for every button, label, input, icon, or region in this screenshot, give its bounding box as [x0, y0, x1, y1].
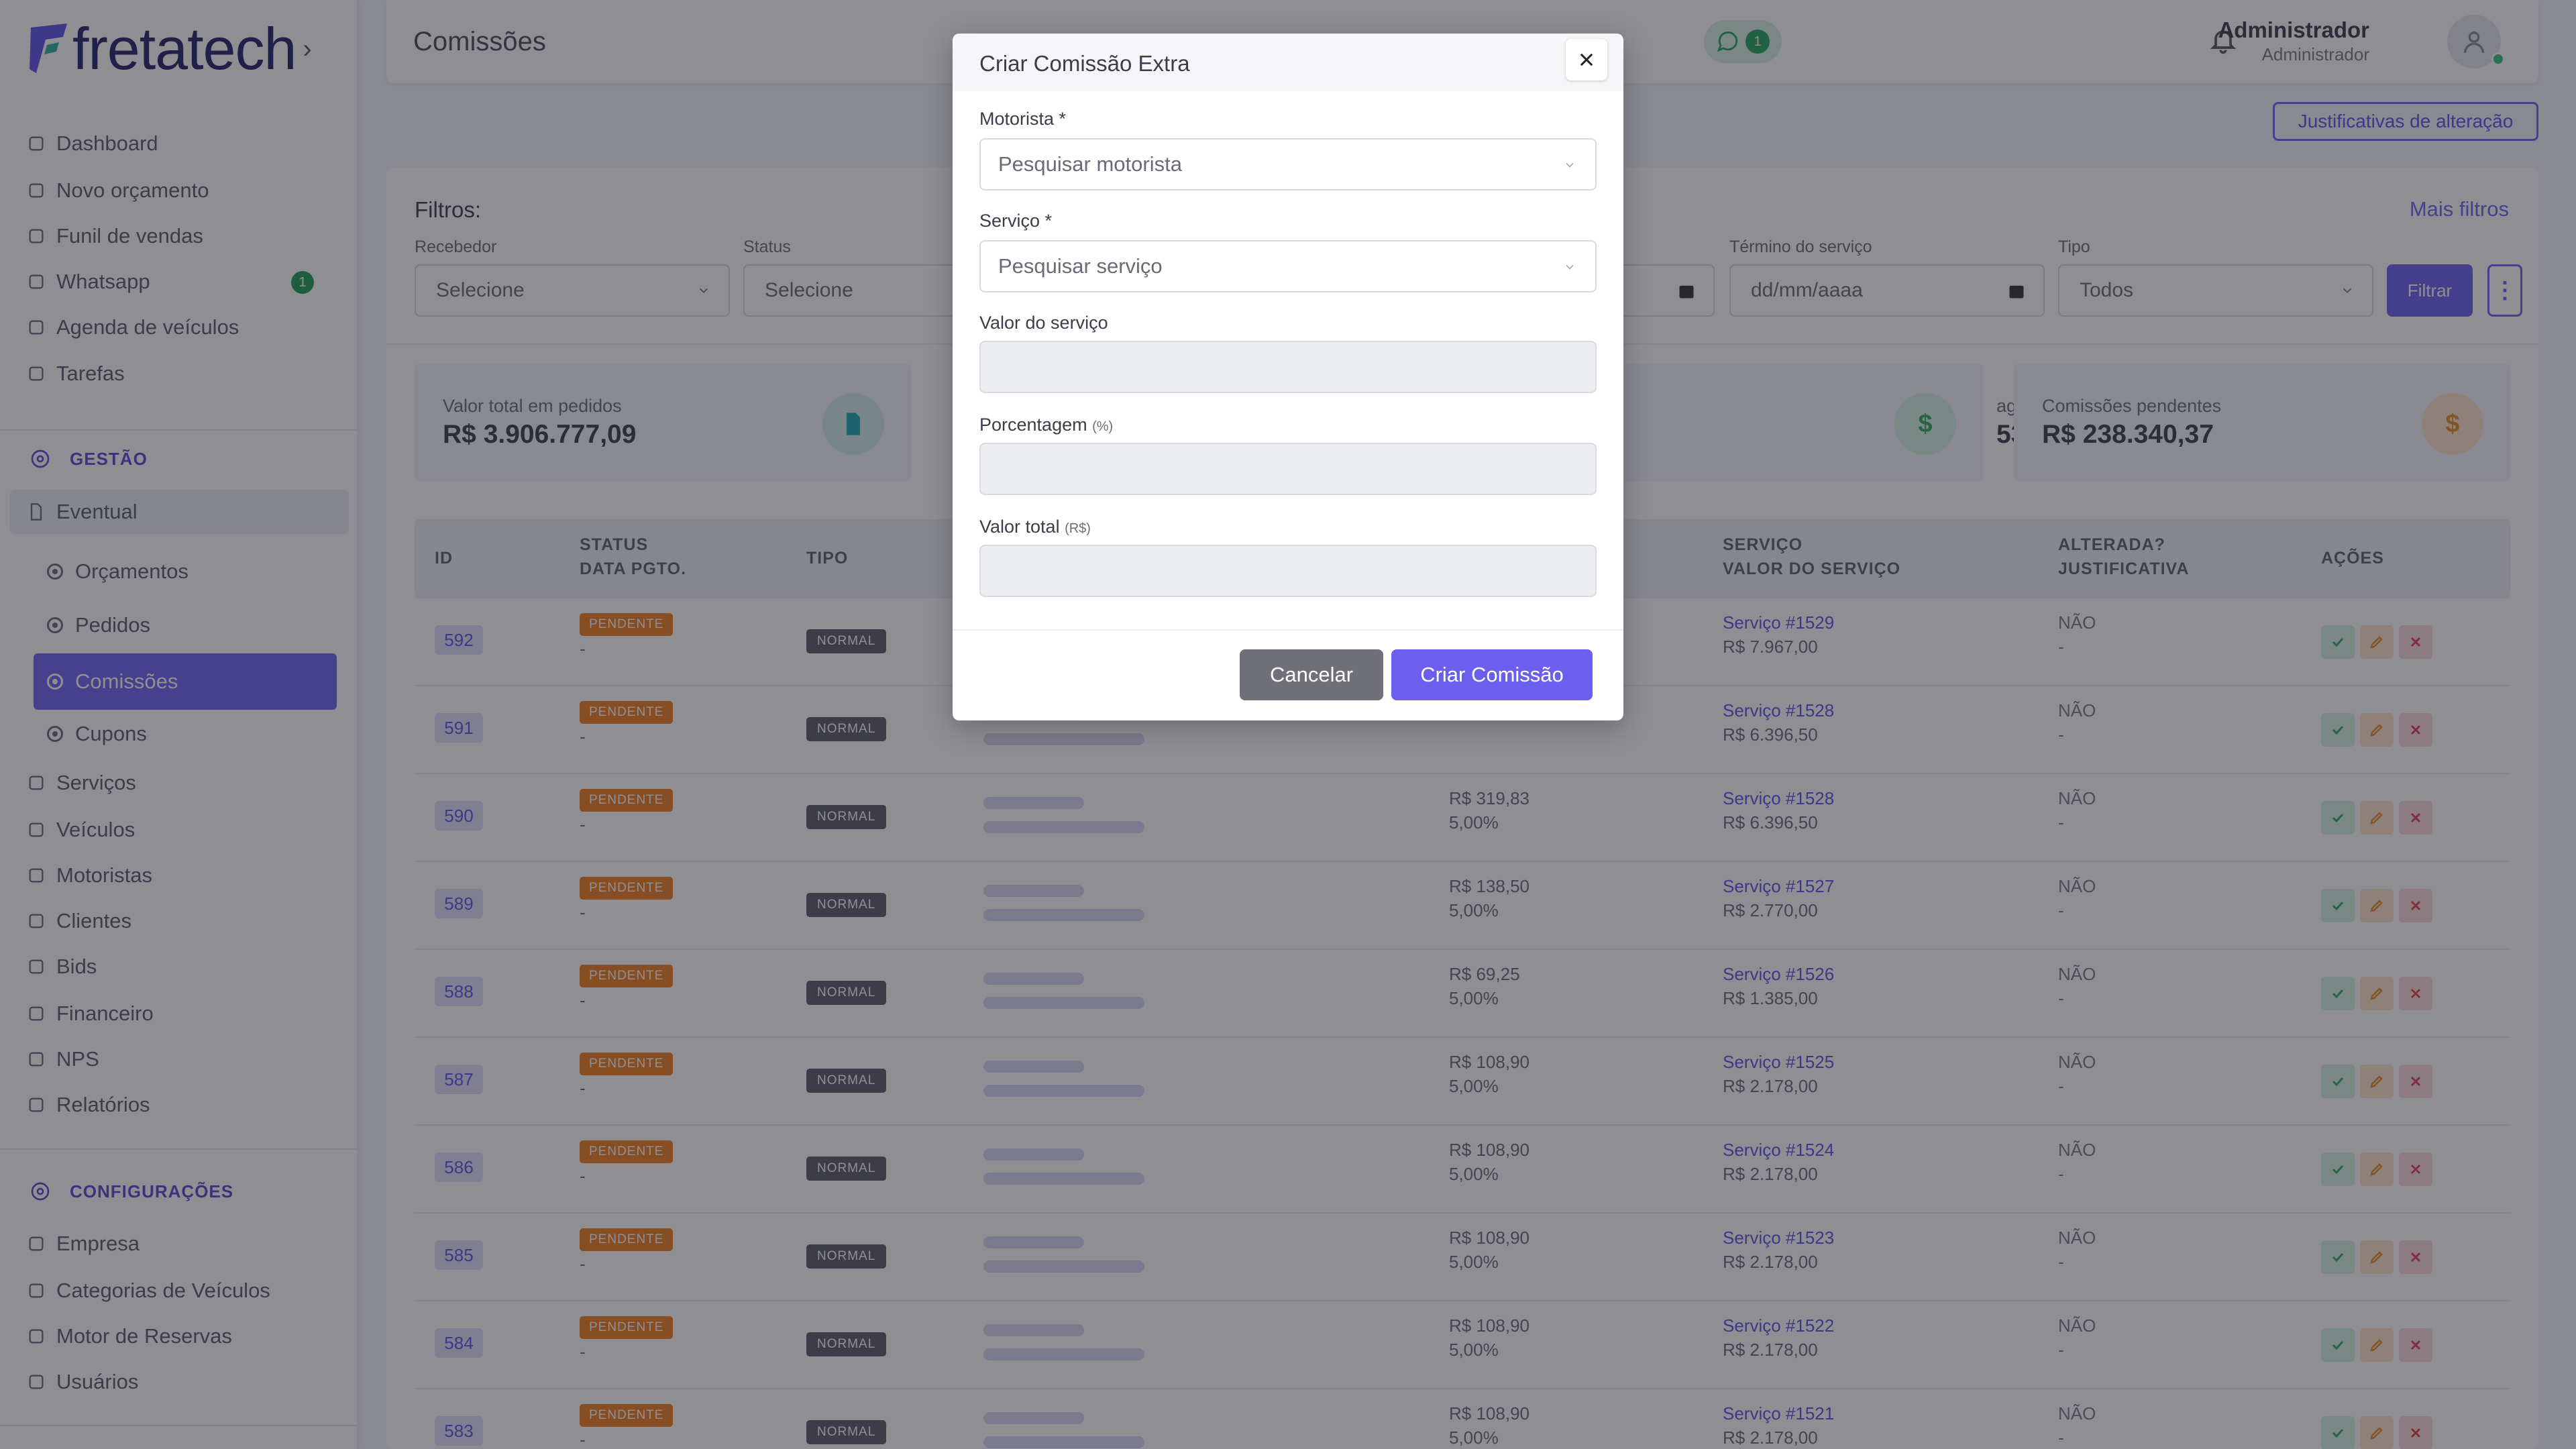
close-icon [1580, 53, 1593, 66]
chevron-down-icon [1566, 162, 1574, 168]
cancel-button[interactable]: Cancelar [1240, 649, 1383, 700]
porcentagem-label-text: Porcentagem [979, 415, 1087, 435]
valor-servico-input[interactable] [979, 341, 1597, 393]
valor-total-label-text: Valor total [979, 517, 1060, 537]
valor-total-unit: (R$) [1065, 521, 1091, 536]
porcentagem-unit: (%) [1092, 419, 1114, 434]
porcentagem-input[interactable] [979, 443, 1597, 495]
valor-total-label: Valor total (R$) [979, 517, 1091, 537]
create-commission-modal: Criar Comissão Extra Motorista * Pesquis… [953, 34, 1623, 720]
motorista-label: Motorista * [979, 109, 1067, 129]
modal-title: Criar Comissão Extra [979, 51, 1190, 76]
motorista-placeholder: Pesquisar motorista [998, 152, 1182, 176]
servico-select[interactable]: Pesquisar serviço [979, 240, 1597, 292]
motorista-select[interactable]: Pesquisar motorista [979, 138, 1597, 191]
servico-placeholder: Pesquisar serviço [998, 254, 1163, 278]
porcentagem-label: Porcentagem (%) [979, 415, 1113, 435]
close-button[interactable] [1566, 39, 1607, 80]
modal-divider [953, 629, 1623, 631]
modal-header: Criar Comissão Extra [953, 34, 1623, 91]
servico-label: Serviço * [979, 211, 1053, 231]
valor-total-input[interactable] [979, 545, 1597, 597]
chevron-down-icon [1566, 264, 1574, 270]
valor-servico-label: Valor do serviço [979, 313, 1108, 333]
create-commission-button[interactable]: Criar Comissão [1391, 649, 1593, 700]
